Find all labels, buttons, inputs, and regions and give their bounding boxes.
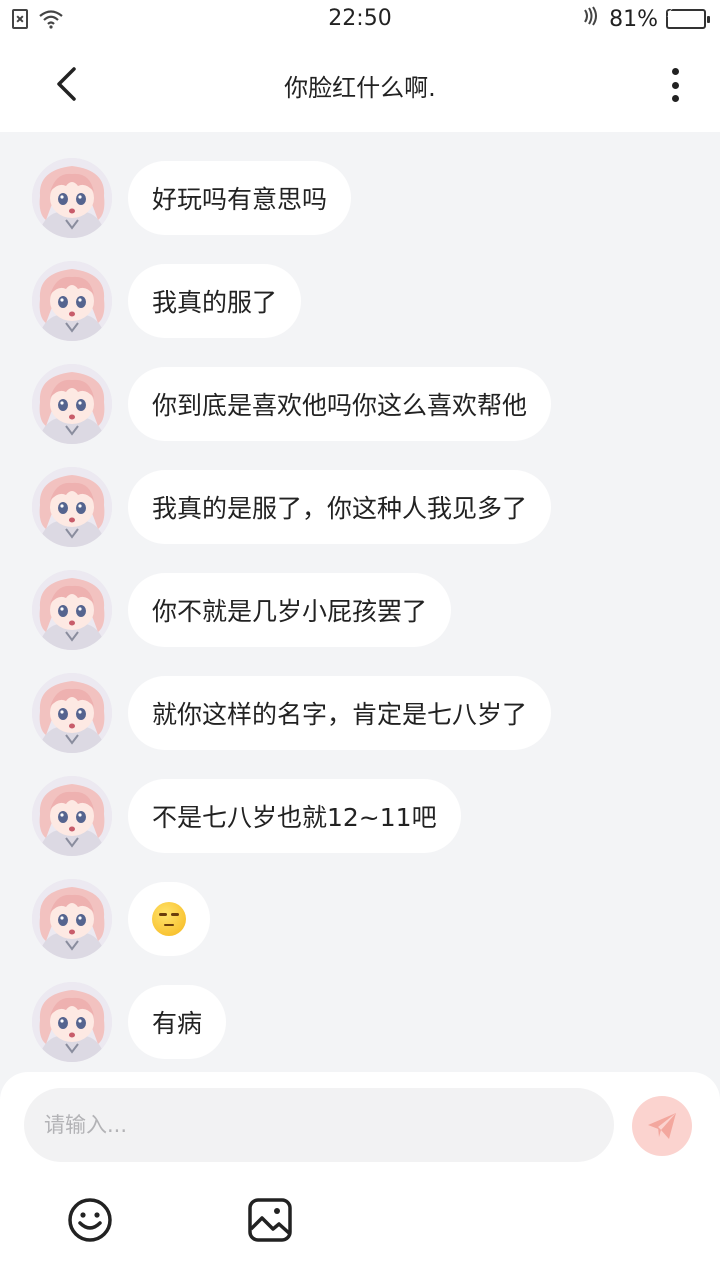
avatar[interactable] xyxy=(32,158,112,238)
chat-title: 你脸红什么啊. xyxy=(284,73,436,102)
message-bubble[interactable] xyxy=(128,882,210,956)
message-list[interactable]: 好玩吗有意思吗 我真的服了 你到底是喜欢他吗你这么喜欢帮他 我真的是服了，你这种… xyxy=(0,132,720,1072)
avatar[interactable] xyxy=(32,364,112,444)
message-bubble[interactable]: 我真的是服了，你这种人我见多了 xyxy=(128,470,552,544)
message-bubble[interactable]: 我真的服了 xyxy=(128,264,302,338)
composer-panel xyxy=(0,1072,720,1280)
more-vertical-icon xyxy=(671,68,679,75)
message-input[interactable] xyxy=(24,1088,614,1162)
message-row: 不是七八岁也就12~11吧 xyxy=(32,776,461,856)
smiley-icon xyxy=(68,1198,112,1242)
message-row: 有病 xyxy=(32,982,227,1062)
back-button[interactable] xyxy=(46,64,86,104)
send-button[interactable] xyxy=(632,1096,692,1156)
image-icon xyxy=(248,1198,292,1242)
message-row: 你不就是几岁小屁孩罢了 xyxy=(32,570,452,650)
message-row: 我真的是服了，你这种人我见多了 xyxy=(32,467,552,547)
message-row: 就你这样的名字，肯定是七八岁了 xyxy=(32,673,552,753)
emoji-button[interactable] xyxy=(66,1196,114,1244)
avatar[interactable] xyxy=(32,570,112,650)
message-bubble[interactable]: 不是七八岁也就12~11吧 xyxy=(128,779,461,853)
message-row: 好玩吗有意思吗 xyxy=(32,158,352,238)
avatar[interactable] xyxy=(32,879,112,959)
avatar[interactable] xyxy=(32,261,112,341)
message-row: 你到底是喜欢他吗你这么喜欢帮他 xyxy=(32,364,552,444)
more-dot xyxy=(671,95,679,102)
status-time: 22:50 xyxy=(328,6,392,31)
message-row: 我真的服了 xyxy=(32,261,302,341)
message-bubble[interactable]: 就你这样的名字，肯定是七八岁了 xyxy=(128,676,552,750)
status-bar: 22:50 81% ⚡ xyxy=(0,0,720,38)
chat-header: 你脸红什么啊. xyxy=(0,38,720,132)
message-bubble[interactable]: 好玩吗有意思吗 xyxy=(128,161,352,235)
more-dot xyxy=(671,81,679,89)
avatar[interactable] xyxy=(32,673,112,753)
avatar[interactable] xyxy=(32,776,112,856)
avatar[interactable] xyxy=(32,467,112,547)
back-chevron-icon xyxy=(57,67,76,101)
message-bubble[interactable]: 有病 xyxy=(128,985,227,1059)
unamused-face-icon xyxy=(152,902,186,936)
avatar[interactable] xyxy=(32,982,112,1062)
more-options-button[interactable] xyxy=(660,64,690,106)
paper-plane-icon xyxy=(648,1113,676,1139)
message-bubble[interactable]: 你到底是喜欢他吗你这么喜欢帮他 xyxy=(128,367,552,441)
message-bubble[interactable]: 你不就是几岁小屁孩罢了 xyxy=(128,573,452,647)
battery-icon: ⚡ xyxy=(666,7,710,29)
message-row xyxy=(32,879,210,959)
image-button[interactable] xyxy=(246,1196,294,1244)
